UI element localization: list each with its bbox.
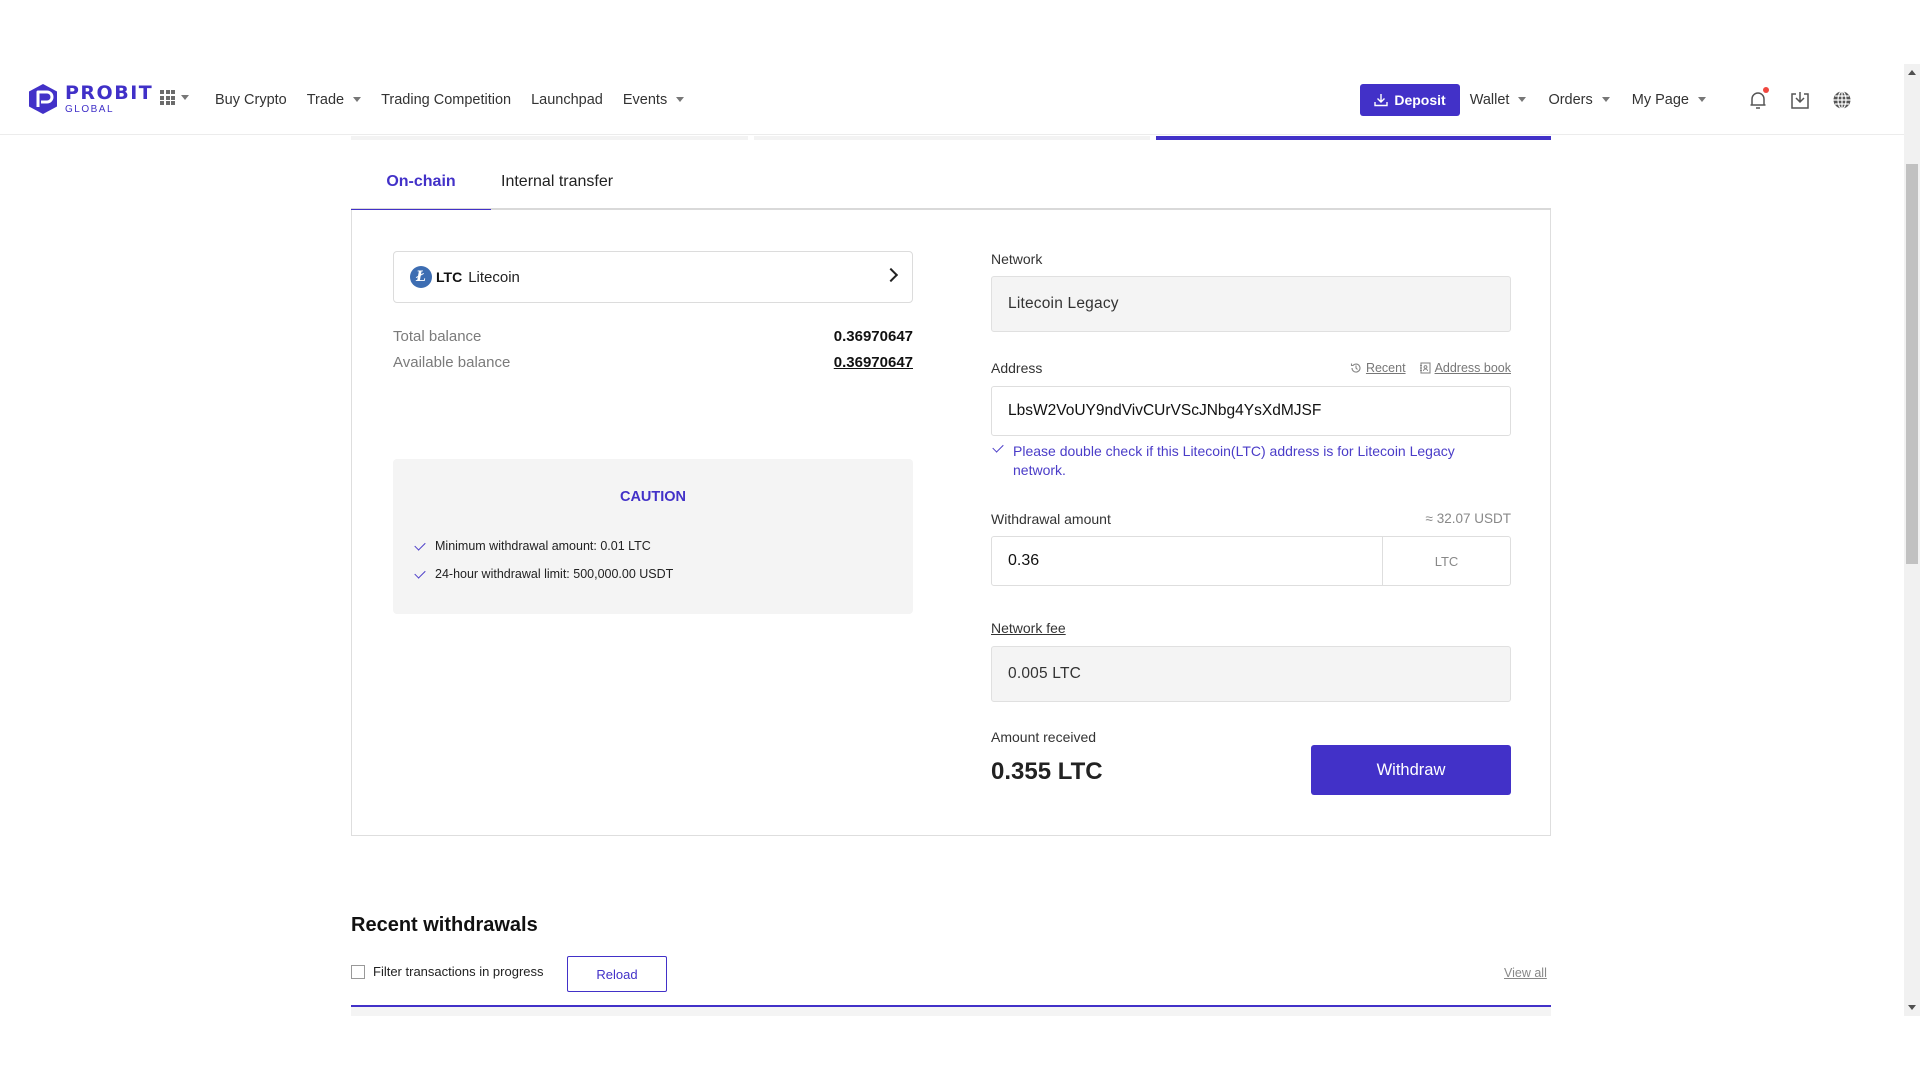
withdraw-tabs: On-chain Internal transfer <box>351 154 1551 212</box>
filter-checkbox[interactable] <box>351 964 365 979</box>
reload-button[interactable]: Reload <box>567 956 667 992</box>
scroll-down-arrow-icon[interactable] <box>1908 1005 1916 1010</box>
scroll-up-arrow-icon[interactable] <box>1908 70 1916 75</box>
withdraw-button[interactable]: Withdraw <box>1311 745 1511 795</box>
withdrawals-table-header <box>351 1005 1551 1016</box>
nav-launchpad[interactable]: Launchpad <box>531 92 603 108</box>
check-icon <box>992 441 1004 453</box>
amount-received-value: 0.355 LTC <box>991 758 1103 785</box>
check-icon <box>414 538 426 551</box>
check-icon <box>414 566 426 579</box>
network-fee-label[interactable]: Network fee <box>991 620 1066 636</box>
step-1 <box>351 136 748 140</box>
download-icon <box>1374 93 1389 106</box>
nav-orders[interactable]: Orders <box>1548 92 1610 108</box>
deposit-button[interactable]: Deposit <box>1360 83 1460 116</box>
available-balance-value[interactable]: 0.36970647 <box>834 354 913 371</box>
address-book-link[interactable]: Address book <box>1419 361 1511 375</box>
caret-down-icon <box>181 95 189 100</box>
withdraw-panel: Ł LTC Litecoin Total balance 0.36970647 … <box>351 210 1551 836</box>
caret-down-icon <box>1601 97 1610 102</box>
address-input[interactable]: LbsW2VoUY9ndVivCUrVScJNbg4YsXdMJSF <box>991 386 1511 436</box>
nav-wallet[interactable]: Wallet <box>1470 92 1527 108</box>
step-2 <box>754 136 1150 140</box>
address-actions: Recent Address book <box>1350 361 1511 375</box>
nav-buy-crypto[interactable]: Buy Crypto <box>215 92 287 108</box>
coin-name: Litecoin <box>468 268 520 286</box>
address-label: Address <box>991 360 1043 376</box>
tab-internal-transfer[interactable]: Internal transfer <box>491 154 649 210</box>
nav-trade[interactable]: Trade <box>307 92 362 108</box>
litecoin-icon: Ł <box>410 266 432 288</box>
caution-box: CAUTION Minimum withdrawal amount: 0.01 … <box>393 459 913 614</box>
caution-item: Minimum withdrawal amount: 0.01 LTC <box>414 538 651 553</box>
caution-item: 24-hour withdrawal limit: 500,000.00 USD… <box>414 566 673 581</box>
caret-down-icon <box>353 97 362 102</box>
page-scrollbar[interactable] <box>1904 64 1920 1016</box>
brand-subtitle: GLOBAL <box>65 103 115 115</box>
amount-received-label: Amount received <box>991 729 1097 745</box>
probit-logo[interactable]: PROBIT GLOBAL <box>28 83 153 115</box>
address-verify-note: Please double check if this Litecoin(LTC… <box>991 441 1511 480</box>
nav-trading-competition[interactable]: Trading Competition <box>381 92 511 108</box>
caret-down-icon <box>676 97 685 102</box>
page-viewport: PROBIT GLOBAL Buy Crypto Trade Trading C… <box>0 64 1920 1016</box>
caret-down-icon <box>1518 97 1527 102</box>
withdrawal-amount-label: Withdrawal amount <box>991 511 1111 527</box>
caution-title: CAUTION <box>619 489 687 505</box>
nav-links: Buy Crypto Trade Trading Competition Lau… <box>215 64 685 135</box>
available-balance-row: Available balance 0.36970647 <box>393 354 913 371</box>
notifications-button[interactable] <box>1746 86 1770 112</box>
amount-usdt-estimate: ≈ 32.07 USDT <box>1425 511 1511 526</box>
coin-symbol: LTC <box>436 269 463 285</box>
withdrawal-amount-input[interactable]: 0.36 <box>992 537 1382 585</box>
recent-addresses-link[interactable]: Recent <box>1350 361 1406 375</box>
recent-withdrawals-title: Recent withdrawals <box>351 914 538 936</box>
notification-badge <box>1763 86 1769 93</box>
download-app-button[interactable] <box>1788 88 1812 112</box>
amount-unit: LTC <box>1382 537 1510 585</box>
total-balance-label: Total balance <box>393 328 482 345</box>
language-button[interactable] <box>1830 88 1854 112</box>
globe-icon <box>1833 90 1851 109</box>
available-balance-label: Available balance <box>393 354 511 371</box>
scrollbar-thumb[interactable] <box>1906 164 1918 564</box>
brand-name: PROBIT <box>65 81 154 104</box>
total-balance-value: 0.36970647 <box>833 328 913 345</box>
filter-label: Filter transactions in progress <box>373 964 544 979</box>
chevron-right-icon <box>883 267 899 283</box>
download-tray-icon <box>1791 91 1809 109</box>
address-book-icon <box>1419 362 1431 374</box>
network-label: Network <box>991 251 1043 267</box>
network-fee-field: 0.005 LTC <box>991 646 1511 702</box>
top-navbar: PROBIT GLOBAL Buy Crypto Trade Trading C… <box>0 64 1904 135</box>
total-balance-row: Total balance 0.36970647 <box>393 328 913 345</box>
tab-on-chain[interactable]: On-chain <box>351 154 491 212</box>
apps-grid-icon <box>160 90 175 105</box>
withdraw-steps-bar <box>351 136 1551 140</box>
step-3 <box>1156 136 1551 140</box>
nav-events[interactable]: Events <box>623 92 685 108</box>
history-icon <box>1350 363 1361 373</box>
nav-right: Deposit Wallet Orders My Page <box>1360 64 1854 135</box>
coin-selector[interactable]: Ł LTC Litecoin <box>393 251 913 303</box>
filter-in-progress[interactable]: Filter transactions in progress <box>351 964 544 979</box>
probit-logo-icon <box>29 84 57 114</box>
apps-menu-button[interactable] <box>160 90 189 105</box>
view-all-link[interactable]: View all <box>1504 966 1547 980</box>
nav-my-page[interactable]: My Page <box>1632 92 1706 108</box>
network-field: Litecoin Legacy <box>991 276 1511 332</box>
withdrawal-amount-field: 0.36 LTC <box>991 536 1511 586</box>
caret-down-icon <box>1698 97 1706 102</box>
